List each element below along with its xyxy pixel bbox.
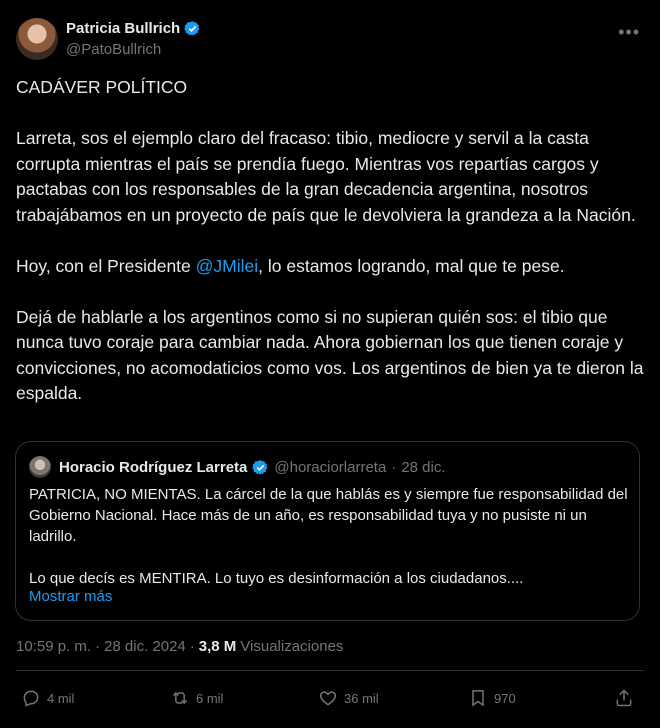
share-icon [616, 689, 632, 707]
tweet-p2-after: , lo estamos logrando, mal que te pese. [258, 255, 565, 276]
mention-link[interactable]: @JMilei [196, 256, 259, 276]
action-bar: 4 mil 6 mil 36 mil 970 [0, 688, 660, 714]
quoted-author-handle: @horaciorlarreta [274, 458, 387, 476]
tweet-title-line: CADÁVER POLÍTICO [16, 77, 188, 97]
more-icon[interactable]: ••• [618, 22, 640, 43]
quoted-separator: · [391, 458, 397, 476]
show-more-link[interactable]: Mostrar más [29, 588, 112, 605]
author-name[interactable]: Patricia Bullrich [66, 20, 180, 37]
tweet-text: CADÁVER POLÍTICO Larreta, sos el ejemplo… [16, 75, 646, 407]
bookmark-icon [472, 690, 484, 707]
tweet-meta: 10:59 p. m. · 28 dic. 2024 · 3,8 M Visua… [16, 638, 343, 655]
author-name-row: Patricia Bullrich [66, 20, 201, 37]
meta-separator: · [95, 638, 101, 655]
author-avatar[interactable] [16, 18, 58, 60]
reply-button[interactable]: 4 mil [21, 688, 74, 708]
repost-button[interactable]: 6 mil [170, 688, 223, 708]
quoted-avatar [29, 456, 51, 478]
tweet-paragraph-1: Larreta, sos el ejemplo claro del fracas… [16, 128, 636, 225]
tweet-paragraph-2: Hoy, con el Presidente @JMilei, lo estam… [16, 254, 646, 280]
quoted-author-name: Horacio Rodríguez Larreta [59, 458, 248, 476]
divider [16, 670, 644, 671]
share-button[interactable] [614, 688, 634, 708]
bookmark-count: 970 [494, 690, 516, 706]
quoted-header: Horacio Rodríguez Larreta @horaciorlarre… [29, 456, 446, 478]
quoted-date: 28 dic. [401, 458, 446, 476]
quoted-tweet-card[interactable]: Horacio Rodríguez Larreta @horaciorlarre… [15, 441, 640, 621]
like-button[interactable]: 36 mil [318, 688, 379, 708]
repost-icon [172, 691, 188, 705]
verified-badge-icon [184, 21, 200, 36]
like-count: 36 mil [344, 690, 379, 706]
author-handle[interactable]: @PatoBullrich [66, 41, 161, 58]
tweet-p2-before: Hoy, con el Presidente [16, 255, 196, 276]
reply-count: 4 mil [47, 690, 75, 706]
like-icon [319, 691, 337, 706]
tweet-date[interactable]: 28 dic. 2024 [104, 638, 186, 655]
views-label: Visualizaciones [240, 638, 344, 655]
tweet-paragraph-3: Dejá de hablarle a los argentinos como s… [16, 306, 649, 404]
quoted-text: PATRICIA, NO MIENTAS. La cárcel de la qu… [29, 486, 628, 587]
views-count: 3,8 M [198, 638, 237, 655]
bookmark-button[interactable]: 970 [468, 688, 516, 708]
reply-icon [23, 690, 39, 707]
meta-separator: · [189, 638, 195, 655]
verified-badge-icon [252, 459, 268, 475]
tweet-time[interactable]: 10:59 p. m. [16, 638, 91, 655]
repost-count: 6 mil [196, 690, 224, 706]
